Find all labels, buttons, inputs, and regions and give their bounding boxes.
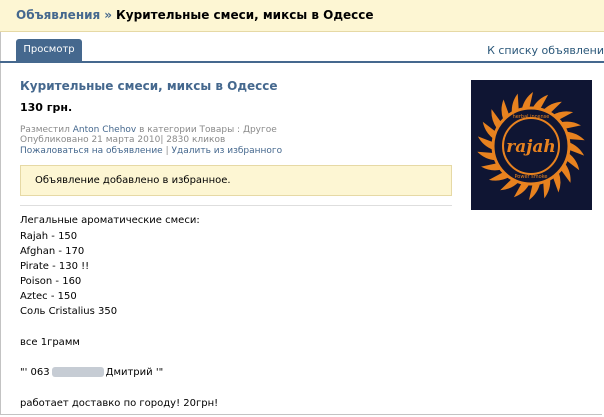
tab-view[interactable]: Просмотр (16, 39, 82, 61)
breadcrumb-current: Курительные смеси, миксы в Одессе (116, 8, 374, 22)
sun-ray (477, 136, 494, 150)
author-link[interactable]: Anton Chehov (73, 125, 137, 135)
favorite-notice: Объявление добавлено в избранное. (20, 165, 452, 196)
ad-price: 130 грн. (20, 101, 73, 114)
delivery-note: работает доставко по городу! 20грн! (20, 398, 219, 409)
description-line: Легальные ароматические смеси: (20, 215, 200, 226)
posted-prefix: Разместил (20, 125, 70, 135)
description-line: Poison - 160 (20, 276, 82, 287)
logo-word: rajah (506, 137, 556, 157)
contact-suffix: Дмитрий '" (105, 367, 164, 378)
divider (20, 205, 452, 206)
ad-author-line: Разместил Anton Chehov в категории Товар… (20, 125, 277, 135)
category-text: в категории Товары : Другое (139, 125, 277, 135)
ad-title: Курительные смеси, миксы в Одессе (20, 79, 278, 93)
description-line: Aztec - 150 (20, 291, 77, 302)
contact-prefix: "' 063 (20, 367, 50, 378)
ad-image[interactable]: rajah herbal incense Power smoke (471, 80, 592, 210)
link-separator: | (165, 146, 169, 156)
description-line: Pirate - 130 !! (20, 261, 90, 272)
logo-ring-bottom: Power smoke (514, 174, 547, 180)
breadcrumb-root-link[interactable]: Объявления (16, 8, 100, 22)
redacted-phone (51, 367, 104, 377)
description-line: Соль Cristalius 350 (20, 306, 118, 317)
ad-published-line: Опубликовано 21 марта 2010| 2830 кликов (20, 135, 226, 145)
contact-line: "' 063 Дмитрий '" (20, 367, 163, 378)
per-gram-note: все 1грамм (20, 337, 80, 348)
breadcrumb: Объявления » Курительные смеси, миксы в Од… (16, 8, 374, 22)
logo-ring-top: herbal incense (513, 114, 550, 120)
description-line: Afghan - 170 (20, 246, 85, 257)
description-line: Rajah - 150 (20, 231, 78, 242)
back-to-list-link[interactable]: К списку объявлени (487, 44, 604, 57)
tabs-bar: Просмотр К списку объявлени (0, 39, 604, 63)
rajah-logo-icon: rajah herbal incense Power smoke (477, 92, 585, 200)
breadcrumb-separator: » (104, 8, 112, 22)
remove-favorite-link[interactable]: Удалить из избранного (172, 146, 283, 156)
sun-ray (568, 142, 585, 156)
complain-link[interactable]: Пожаловаться на объявление (20, 146, 163, 156)
ad-actions-line: Пожаловаться на объявление | Удалить из … (20, 146, 282, 156)
page-header: Объявления » Курительные смеси, миксы в Од… (0, 0, 604, 32)
